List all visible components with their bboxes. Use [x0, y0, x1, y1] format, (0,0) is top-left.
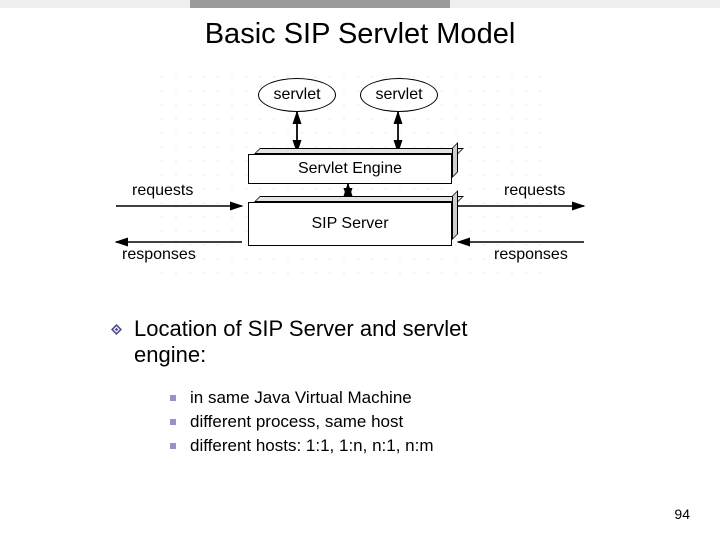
- slide-title: Basic SIP Servlet Model: [0, 18, 720, 51]
- responses-left-label: responses: [122, 246, 196, 264]
- top-bar-accent: [190, 0, 450, 8]
- servlet-engine-box: Servlet Engine: [248, 154, 452, 184]
- square-bullet-icon: [170, 395, 176, 401]
- main-bullet: Location of SIP Server and servlet engin…: [110, 316, 630, 368]
- servlet-engine-label: Servlet Engine: [298, 160, 402, 178]
- responses-right-label: responses: [494, 246, 568, 264]
- sub-bullet-text: different process, same host: [190, 412, 403, 432]
- sip-server-label: SIP Server: [311, 215, 388, 233]
- main-bullet-line1: Location of SIP Server and servlet: [134, 316, 467, 342]
- requests-left-label: requests: [132, 182, 193, 200]
- sub-bullet-list: in same Java Virtual Machine different p…: [170, 388, 434, 460]
- sub-bullet-text: different hosts: 1:1, 1:n, n:1, n:m: [190, 436, 434, 456]
- servlet-1-label: servlet: [273, 86, 320, 104]
- servlet-2-label: servlet: [375, 86, 422, 104]
- servlet-oval-2: servlet: [360, 78, 438, 112]
- requests-right-label: requests: [504, 182, 565, 200]
- sub-bullet-item: different hosts: 1:1, 1:n, n:1, n:m: [170, 436, 434, 456]
- architecture-diagram: servlet servlet Servlet Engine SIP Serve…: [80, 66, 620, 286]
- sub-bullet-text: in same Java Virtual Machine: [190, 388, 412, 408]
- square-bullet-icon: [170, 443, 176, 449]
- square-bullet-icon: [170, 419, 176, 425]
- diamond-bullet-icon: [110, 323, 123, 336]
- sub-bullet-item: in same Java Virtual Machine: [170, 388, 434, 408]
- main-bullet-line2: engine:: [134, 342, 467, 368]
- sip-server-box: SIP Server: [248, 202, 452, 246]
- sub-bullet-item: different process, same host: [170, 412, 434, 432]
- page-number: 94: [674, 506, 690, 522]
- servlet-oval-1: servlet: [258, 78, 336, 112]
